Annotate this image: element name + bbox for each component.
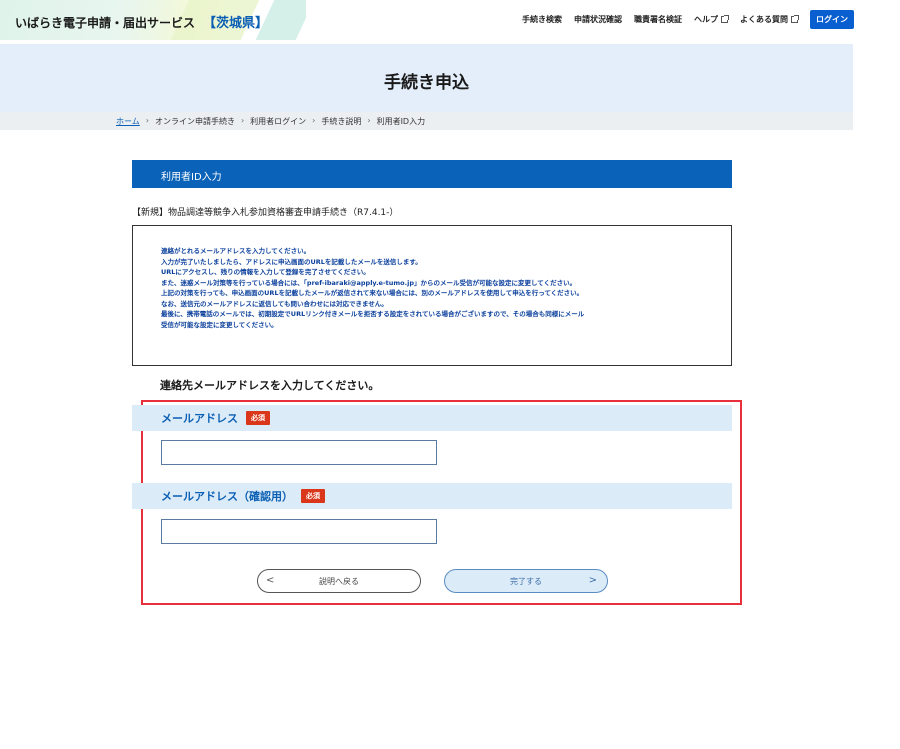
notice-line: URLにアクセスし、残りの情報を入力して登録を完了させてください。: [161, 268, 370, 276]
procedure-name: 【新規】物品調達等競争入札参加資格審査申請手続き（R7.4.1-）: [132, 208, 399, 218]
page-title: 手続き申込: [384, 73, 469, 93]
breadcrumb: ホーム › オンライン申請手続き › 利用者ログイン › 手続き説明 › 利用者…: [116, 116, 425, 127]
external-link-icon: [721, 15, 729, 23]
nav-procedure-search[interactable]: 手続き検索: [522, 14, 562, 25]
site-header: いばらき電子申請・届出サービス 【茨城県】 手続き検索 申請状況確認 職責署名検証…: [0, 0, 900, 44]
nav-label: 職責署名検証: [634, 15, 682, 24]
header-nav: 手続き検索 申請状況確認 職責署名検証 ヘルプ よくある質問 ログイン: [522, 10, 854, 29]
notice-line: 連絡がとれるメールアドレスを入力してください。: [161, 247, 311, 255]
breadcrumb-item: 手続き説明: [321, 117, 362, 126]
submit-button[interactable]: 完了する >: [444, 569, 608, 593]
email-label: メールアドレス: [161, 412, 238, 425]
nav-signature-verification[interactable]: 職責署名検証: [634, 14, 682, 25]
prefecture-label: 【茨城県】: [203, 16, 269, 31]
breadcrumb-item: オンライン申請手続き: [154, 117, 235, 126]
page-title-band: 手続き申込: [0, 44, 853, 118]
breadcrumb-home-link[interactable]: ホーム: [116, 116, 140, 127]
notice-box: 連絡がとれるメールアドレスを入力してください。 入力が完了いたしましたら、アドレ…: [132, 225, 732, 366]
site-name-text: いばらき電子申請・届出サービス: [15, 16, 196, 30]
email-confirm-label: メールアドレス（確認用）: [161, 490, 293, 503]
section-title: 利用者ID入力: [132, 160, 732, 188]
login-button[interactable]: ログイン: [810, 10, 854, 29]
external-link-icon: [791, 15, 799, 23]
nav-application-status[interactable]: 申請状況確認: [574, 14, 622, 25]
breadcrumb-separator: ›: [367, 116, 371, 125]
notice-line: 上記の対策を行っても、申込画面のURLを記載したメールが返信されて来ない場合には…: [161, 289, 584, 297]
back-button[interactable]: < 説明へ戻る: [257, 569, 421, 593]
nav-label: 手続き検索: [522, 15, 562, 24]
submit-button-label: 完了する: [510, 576, 542, 586]
breadcrumb-item: 利用者ログイン: [250, 117, 307, 126]
notice-line: 受信が可能な設定に変更してください。: [161, 320, 278, 329]
required-badge: 必須: [301, 489, 325, 503]
nav-faq[interactable]: よくある質問: [740, 14, 799, 25]
breadcrumb-separator: ›: [145, 116, 149, 125]
email-field-header: メールアドレス 必須: [132, 405, 732, 431]
site-name: いばらき電子申請・届出サービス 【茨城県】: [15, 12, 268, 31]
chevron-left-icon: <: [266, 575, 275, 586]
nav-label: ヘルプ: [694, 15, 718, 24]
breadcrumb-separator: ›: [240, 116, 245, 125]
site-logo[interactable]: いばらき電子申請・届出サービス 【茨城県】: [0, 0, 306, 40]
email-instruction: 連絡先メールアドレスを入力してください。: [160, 379, 380, 392]
required-badge: 必須: [246, 411, 270, 425]
notice-line: 入力が完了いたしましたら、アドレスに申込画面のURLを記載したメールを送信します…: [161, 257, 422, 266]
nav-label: よくある質問: [740, 15, 788, 24]
email-confirm-input[interactable]: [161, 519, 437, 544]
email-input[interactable]: [161, 440, 437, 465]
notice-line: また、迷惑メール対策等を行っている場合には、「pref-ibaraki@appl…: [161, 278, 577, 287]
back-button-label: 説明へ戻る: [319, 576, 359, 586]
nav-label: 申請状況確認: [574, 15, 622, 24]
nav-help[interactable]: ヘルプ: [694, 14, 729, 25]
notice-line: 最後に、携帯電話のメールでは、初期設定でURLリンク付きメールを拒否する設定をさ…: [161, 310, 585, 318]
breadcrumb-item-current: 利用者ID入力: [376, 117, 426, 126]
chevron-right-icon: >: [588, 575, 597, 586]
breadcrumb-separator: ›: [312, 116, 316, 125]
notice-line: なお、送信元のメールアドレスに返信しても問い合わせには対応できません。: [161, 299, 388, 308]
email-confirm-field-header: メールアドレス（確認用） 必須: [132, 483, 732, 509]
